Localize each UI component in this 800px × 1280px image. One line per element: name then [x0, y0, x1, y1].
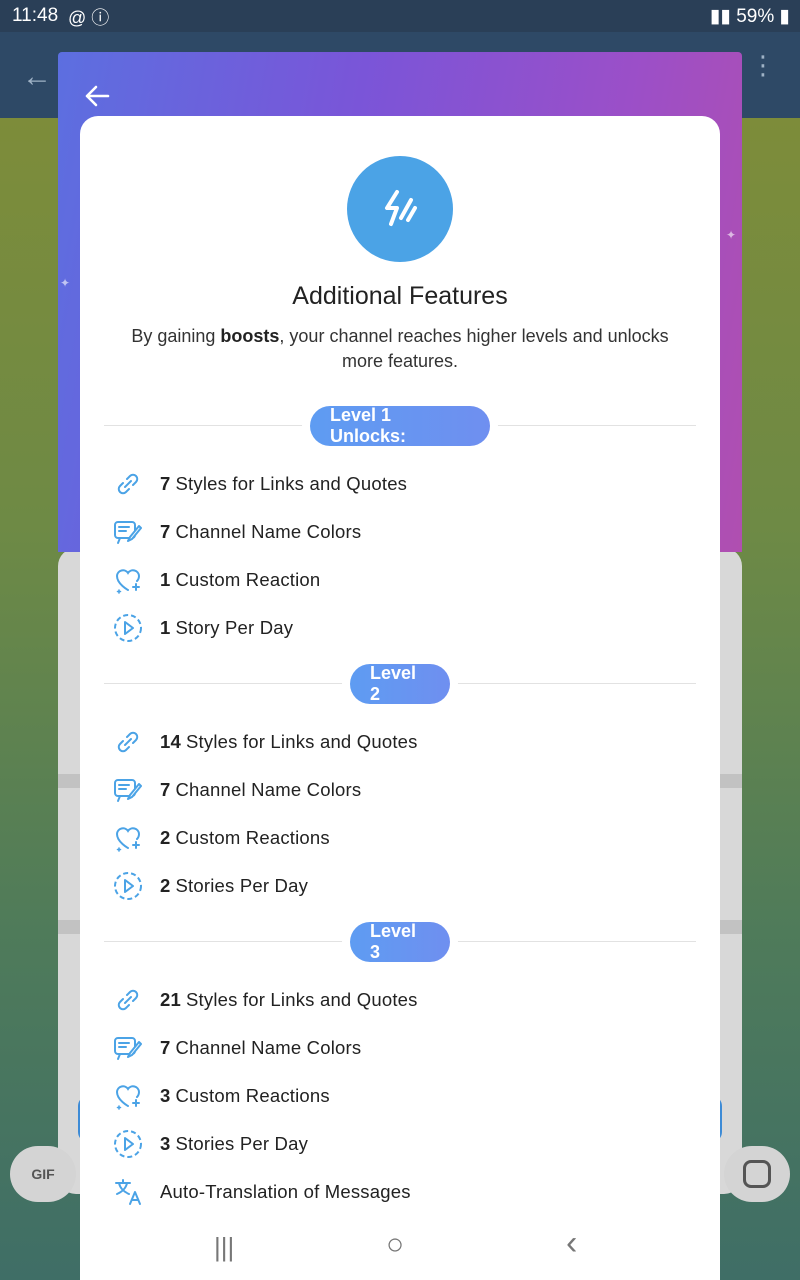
- feature-label: Auto-Translation of Messages: [160, 1181, 411, 1203]
- level-3-badge: Level 3: [350, 921, 450, 962]
- sparkle-decoration: ✦: [726, 228, 737, 242]
- feature-count: 1: [160, 617, 171, 638]
- story-play-icon: [112, 870, 144, 902]
- battery-percent: 59%: [736, 6, 775, 27]
- heart-sparkle-icon: [112, 1080, 144, 1112]
- palette-brush-icon: [112, 516, 144, 548]
- signal-icon: ▮▮: [710, 6, 731, 27]
- feature-text: Auto-Translation of Messages: [160, 1181, 411, 1202]
- story-play-icon: [112, 612, 144, 644]
- feature-item: 2 Stories Per Day: [112, 868, 672, 904]
- feature-count: 7: [160, 779, 171, 800]
- system-nav-bar: ||| ○ ‹: [80, 1216, 720, 1280]
- heart-sparkle-icon: [112, 564, 144, 596]
- feature-item: 3 Stories Per Day: [112, 1126, 672, 1162]
- feature-text: Story Per Day: [175, 617, 294, 638]
- link-icon: [112, 984, 144, 1016]
- level-2-badge: Level 2: [350, 663, 450, 704]
- level-2-header: Level 2: [104, 663, 696, 704]
- feature-text: Channel Name Colors: [175, 1037, 362, 1058]
- feature-text: Stories Per Day: [175, 875, 309, 896]
- nav-back-button[interactable]: ‹: [566, 1224, 577, 1263]
- feature-item: Auto-Translation of Messages: [112, 1174, 672, 1210]
- additional-features-card: Additional Features By gaining boosts, y…: [80, 116, 720, 1280]
- description: By gaining boosts, your channel reaches …: [131, 326, 669, 371]
- sheet-back-arrow-icon[interactable]: [84, 84, 110, 111]
- chat-back-arrow-icon[interactable]: ←: [22, 60, 52, 94]
- feature-label: 7 Channel Name Colors: [160, 779, 361, 801]
- link-icon: [112, 726, 144, 758]
- page-title: Additional Features: [292, 282, 508, 310]
- link-icon: [112, 468, 144, 500]
- feature-label: 2 Custom Reactions: [160, 827, 330, 849]
- feature-label: 14 Styles for Links and Quotes: [160, 731, 418, 753]
- feature-item: 7 Channel Name Colors: [112, 772, 672, 808]
- feature-text: Styles for Links and Quotes: [185, 989, 418, 1010]
- palette-brush-icon: [112, 774, 144, 806]
- system-icons: ▮▮ 59% ▮: [710, 5, 790, 28]
- notification-icons: @ ⓘ: [68, 8, 110, 28]
- feature-label: 1 Story Per Day: [160, 617, 293, 639]
- feature-label: 7 Styles for Links and Quotes: [160, 473, 407, 495]
- feature-label: 3 Custom Reactions: [160, 1085, 330, 1107]
- feature-label: 2 Stories Per Day: [160, 875, 308, 897]
- feature-item: 3 Custom Reactions: [112, 1078, 672, 1114]
- feature-label: 3 Stories Per Day: [160, 1133, 308, 1155]
- feature-text: Stories Per Day: [175, 1133, 309, 1154]
- feature-count: 7: [160, 473, 171, 494]
- feature-count: 3: [160, 1085, 171, 1106]
- feature-text: Channel Name Colors: [175, 521, 362, 542]
- feature-item: 7 Channel Name Colors: [112, 514, 672, 550]
- camera-icon: [743, 1160, 771, 1188]
- feature-text: Custom Reactions: [175, 827, 330, 848]
- feature-item: 2 Custom Reactions: [112, 820, 672, 856]
- level-1-badge: Level 1 Unlocks:: [310, 405, 490, 446]
- feature-count: 2: [160, 827, 171, 848]
- gif-button[interactable]: GIF: [10, 1146, 76, 1202]
- home-button[interactable]: ○: [386, 1228, 404, 1262]
- feature-text: Styles for Links and Quotes: [175, 473, 408, 494]
- more-options-icon[interactable]: ⋮: [750, 52, 776, 78]
- story-play-icon: [112, 1128, 144, 1160]
- feature-item: 21 Styles for Links and Quotes: [112, 982, 672, 1018]
- feature-count: 7: [160, 521, 171, 542]
- feature-label: 7 Channel Name Colors: [160, 521, 361, 543]
- status-bar: 11:48 @ ⓘ ▮▮ 59% ▮: [0, 0, 800, 32]
- feature-text: Custom Reactions: [175, 1085, 330, 1106]
- feature-item: 7 Styles for Links and Quotes: [112, 466, 672, 502]
- feature-text: Styles for Links and Quotes: [185, 731, 418, 752]
- feature-count: 21: [160, 989, 181, 1010]
- camera-button[interactable]: [724, 1146, 790, 1202]
- feature-label: 7 Channel Name Colors: [160, 1037, 361, 1059]
- heart-sparkle-icon: [112, 822, 144, 854]
- translate-icon: [112, 1176, 144, 1208]
- feature-count: 14: [160, 731, 181, 752]
- feature-label: 1 Custom Reaction: [160, 569, 320, 591]
- level-1-header: Level 1 Unlocks:: [104, 405, 696, 446]
- feature-count: 2: [160, 875, 171, 896]
- feature-text: Channel Name Colors: [175, 779, 362, 800]
- sparkle-decoration: ✦: [60, 276, 71, 290]
- level-3-header: Level 3: [104, 921, 696, 962]
- feature-item: 1 Story Per Day: [112, 610, 672, 646]
- recents-button[interactable]: |||: [214, 1232, 234, 1263]
- battery-icon: ▮: [779, 6, 790, 27]
- feature-count: 7: [160, 1037, 171, 1058]
- feature-label: 21 Styles for Links and Quotes: [160, 989, 418, 1011]
- feature-text: Custom Reaction: [175, 569, 321, 590]
- feature-item: 14 Styles for Links and Quotes: [112, 724, 672, 760]
- boost-lightning-icon: [347, 156, 453, 262]
- feature-item: 1 Custom Reaction: [112, 562, 672, 598]
- palette-brush-icon: [112, 1032, 144, 1064]
- feature-item: 7 Channel Name Colors: [112, 1030, 672, 1066]
- feature-count: 1: [160, 569, 171, 590]
- feature-count: 3: [160, 1133, 171, 1154]
- status-time: 11:48: [12, 5, 59, 26]
